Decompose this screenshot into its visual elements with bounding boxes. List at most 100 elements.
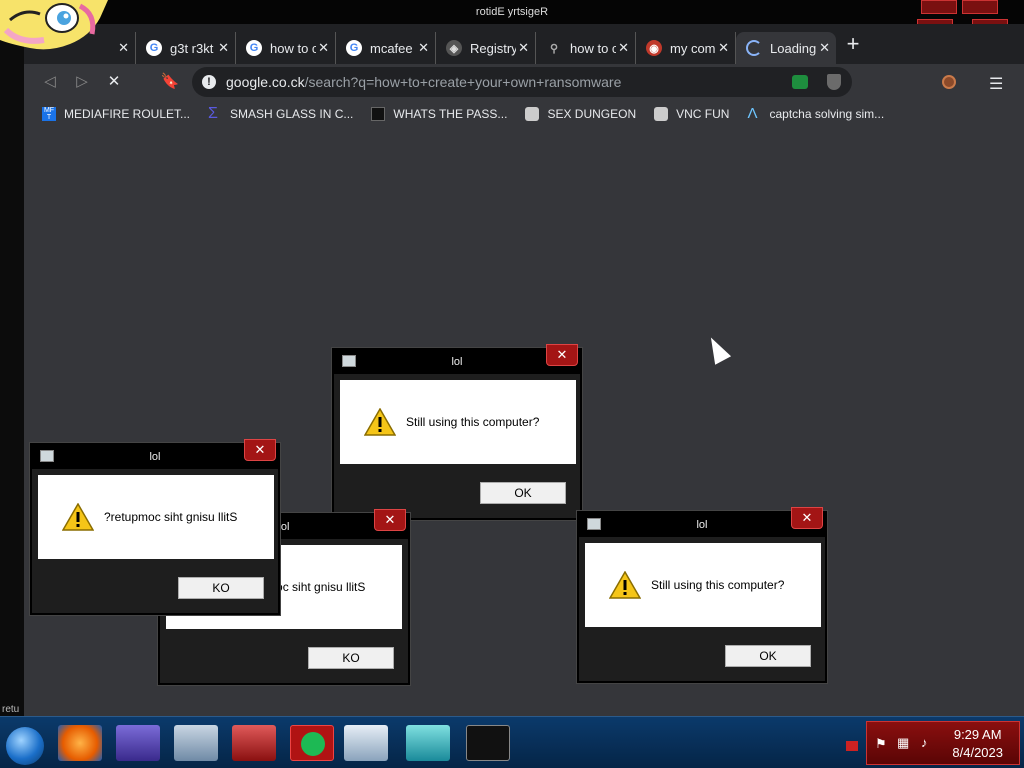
flag-icon[interactable]: ⚑	[875, 736, 887, 752]
anime-mascot-image	[0, 0, 108, 50]
tab-5[interactable]: ◈ Registry ✕	[436, 32, 536, 64]
ok-button[interactable]: OK	[480, 482, 566, 504]
google-icon: G	[146, 40, 162, 56]
lambda-icon: Λ	[747, 105, 758, 122]
registry-window-title: rotidE yrtsigeR	[475, 6, 549, 18]
spotify-app-tile[interactable]	[290, 725, 334, 761]
tab-8-active[interactable]: Loading ✕	[736, 32, 836, 64]
forward-arrow-icon[interactable]: ▷	[72, 72, 92, 92]
close-icon[interactable]: ✕	[374, 509, 406, 531]
url-path: /search?q=how+to+create+your+own+ransomw…	[304, 74, 622, 90]
desktop: rotidE yrtsigeR retu ✕ G g3t r3kt ✕ G ho…	[0, 0, 1024, 768]
ko-button[interactable]: KO	[178, 577, 264, 599]
address-bar[interactable]: ! google.co.ck/search?q=how+to+create+yo…	[192, 67, 852, 97]
dialog-still-using-right: lol ✕ Still using this computer? OK	[577, 507, 827, 683]
tab-7[interactable]: ◉ my com ✕	[636, 32, 736, 64]
start-button[interactable]	[6, 727, 44, 765]
close-tab-icon[interactable]: ✕	[118, 40, 129, 56]
url-host: google.co.ck	[226, 74, 305, 90]
maximize-button[interactable]	[962, 0, 998, 14]
robot-icon	[525, 107, 540, 121]
dialog-body: ?retupmoc siht gnisu llitS	[38, 475, 274, 559]
volume-icon[interactable]: ♪	[921, 735, 928, 750]
dialog-titlebar: lol	[334, 350, 580, 374]
document-icon[interactable]	[344, 725, 388, 761]
warning-icon	[364, 408, 396, 436]
back-arrow-icon[interactable]: ◁	[40, 72, 60, 92]
sigma-icon: Σ	[208, 105, 218, 122]
close-tab-icon[interactable]: ✕	[618, 40, 629, 56]
printer-icon[interactable]	[116, 725, 160, 761]
tab-label: mcafee	[370, 40, 413, 56]
tab-label: Registry	[470, 40, 516, 56]
close-tab-icon[interactable]: ✕	[318, 40, 329, 56]
close-tab-icon[interactable]: ✕	[718, 40, 729, 56]
close-tab-icon[interactable]: ✕	[518, 40, 529, 56]
new-tab-button[interactable]: +	[842, 33, 864, 56]
cubes-icon[interactable]	[406, 725, 450, 761]
clock-date: 8/4/2023	[952, 745, 1003, 760]
spotify-icon	[301, 732, 325, 756]
close-tab-icon[interactable]: ✕	[418, 40, 429, 56]
bookmark-smash-glass[interactable]: Σ SMASH GLASS IN C...	[208, 105, 354, 122]
tab-label: my com	[670, 40, 716, 56]
tab-label: g3t r3kt	[170, 40, 214, 56]
bookmark-label: WHATS THE PASS...	[393, 107, 508, 121]
toolbox-icon[interactable]	[232, 725, 276, 761]
menu-icon[interactable]: ☰	[989, 74, 1003, 94]
bookmark-label: SMASH GLASS IN C...	[230, 107, 354, 121]
bookmark-captcha[interactable]: Λ captcha solving sim...	[747, 105, 885, 122]
bookmark-label: SEX DUNGEON	[547, 107, 637, 121]
clock[interactable]: 9:29 AM 8/4/2023	[952, 726, 1003, 762]
bookmark-sex-dungeon[interactable]: SEX DUNGEON	[525, 107, 636, 121]
tab-label: Loading	[770, 40, 817, 56]
profile-avatar[interactable]	[942, 75, 956, 89]
close-icon[interactable]: ✕	[244, 439, 276, 461]
robot-icon	[654, 107, 669, 121]
ok-button[interactable]: OK	[725, 645, 811, 667]
tab-6[interactable]: ⚲ how to c ✕	[536, 32, 636, 64]
close-tab-icon[interactable]: ✕	[819, 40, 830, 56]
app-icon	[587, 518, 601, 530]
dialog-message: Still using this computer?	[651, 578, 785, 592]
tab-4[interactable]: G mcafee ✕	[336, 32, 436, 64]
warning-icon	[62, 503, 94, 531]
registry-site-icon: ◈	[446, 40, 462, 56]
extension-shield-icon[interactable]	[827, 74, 841, 90]
bookmarks-bar: MF T MEDIAFIRE ROULET... Σ SMASH GLASS IN…	[24, 100, 1024, 128]
notification-icon[interactable]	[846, 741, 858, 751]
dialog-title: lol	[696, 519, 708, 531]
dialog-message: ?retupmoc siht gnisu llitS	[104, 510, 238, 524]
dialog-title: lol	[278, 521, 290, 533]
network-icon[interactable]: ▦	[897, 735, 909, 751]
close-icon[interactable]: ✕	[546, 344, 578, 366]
bookmark-icon[interactable]: 🔖	[160, 72, 180, 92]
tab-label: how to c	[570, 40, 616, 56]
window-frame-left: retu	[0, 24, 24, 716]
bookmark-label: captcha solving sim...	[769, 107, 885, 121]
browser-toolbar: ◁ ▷ ✕ 🔖 ! google.co.ck/search?q=how+to+c…	[24, 64, 1024, 100]
ko-button[interactable]: KO	[308, 647, 394, 669]
mediafire-icon: MF T	[42, 107, 56, 121]
monitor-icon[interactable]	[174, 725, 218, 761]
terminal-icon[interactable]	[466, 725, 510, 761]
minimize-button[interactable]	[921, 0, 957, 14]
bookmark-mediafire[interactable]: MF T MEDIAFIRE ROULET...	[42, 107, 190, 121]
firefox-icon[interactable]	[58, 725, 102, 761]
info-icon[interactable]: !	[202, 75, 216, 89]
dialog-reversed-front: lol ✕ ?retupmoc siht gnisu llitS KO	[30, 439, 280, 615]
bookmark-whats-the-pass[interactable]: WHATS THE PASS...	[371, 107, 507, 121]
close-tab-icon[interactable]: ✕	[218, 40, 229, 56]
stop-loading-icon[interactable]: ✕	[104, 72, 124, 92]
dialog-still-using: lol ✕ Still using this computer? OK	[332, 344, 582, 520]
tab-strip: ✕ G g3t r3kt ✕ G how to c ✕ G mcafee ✕ ◈…	[24, 24, 1024, 64]
tab-2[interactable]: G g3t r3kt ✕	[136, 32, 236, 64]
bookmark-vnc-fun[interactable]: VNC FUN	[654, 107, 729, 121]
lock-icon	[371, 107, 386, 121]
warning-icon	[609, 571, 641, 599]
extension-chat-icon[interactable]	[792, 75, 808, 89]
desktop-left-label: retu	[2, 704, 20, 715]
tab-3[interactable]: G how to c ✕	[236, 32, 336, 64]
close-icon[interactable]: ✕	[791, 507, 823, 529]
system-tray: ⚑ ▦ ♪ 9:29 AM 8/4/2023	[866, 721, 1020, 765]
